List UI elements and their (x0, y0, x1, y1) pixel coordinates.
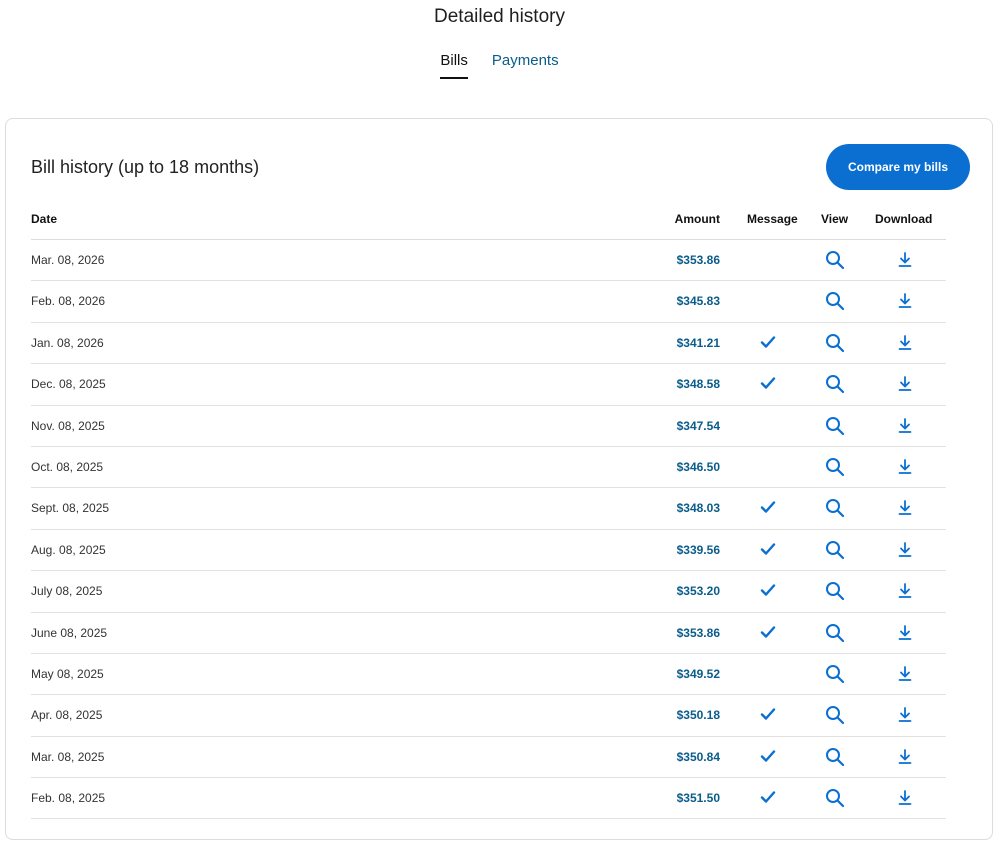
bill-amount-link[interactable]: $353.20 (677, 584, 720, 598)
download-icon[interactable] (895, 291, 915, 311)
bill-amount-link[interactable]: $339.56 (677, 543, 720, 557)
bill-amount-link[interactable]: $341.21 (677, 336, 720, 350)
message-check-icon (760, 790, 778, 806)
tab-payments[interactable]: Payments (492, 52, 559, 79)
download-icon[interactable] (895, 788, 915, 808)
card-title: Bill history (up to 18 months) (31, 157, 260, 177)
bill-date: Dec. 08, 2025 (31, 377, 106, 392)
view-search-icon[interactable] (825, 416, 845, 436)
view-search-icon[interactable] (825, 333, 845, 353)
message-check-icon (760, 335, 778, 351)
table-row: May 08, 2025 $349.52 (31, 654, 946, 696)
message-check-icon (760, 583, 778, 599)
download-icon[interactable] (895, 374, 915, 394)
message-check-icon (760, 707, 778, 723)
bill-date: Apr. 08, 2025 (31, 708, 103, 723)
view-search-icon[interactable] (825, 250, 845, 270)
table-row: Jan. 08, 2026 $341.21 (31, 323, 946, 365)
bill-date: Sept. 08, 2025 (31, 501, 110, 516)
download-icon[interactable] (895, 333, 915, 353)
download-icon[interactable] (895, 705, 915, 725)
bill-amount-link[interactable]: $349.52 (677, 667, 720, 681)
view-search-icon[interactable] (825, 540, 845, 560)
tab-bills[interactable]: Bills (440, 52, 468, 79)
message-check-icon (760, 376, 778, 392)
table-row: Apr. 08, 2025 $350.18 (31, 695, 946, 737)
message-check-icon (760, 500, 778, 516)
bill-date: Nov. 08, 2025 (31, 418, 105, 433)
bill-amount-link[interactable]: $348.03 (677, 501, 720, 515)
bill-amount-link[interactable]: $346.50 (677, 460, 720, 474)
view-search-icon[interactable] (825, 457, 845, 477)
bill-date: Jan. 08, 2026 (31, 335, 104, 350)
bill-date: June 08, 2025 (31, 625, 108, 640)
download-icon[interactable] (895, 250, 915, 270)
view-search-icon[interactable] (825, 498, 845, 518)
column-header-date: Date (31, 212, 58, 226)
message-check-icon (760, 542, 778, 558)
bill-date: Aug. 08, 2025 (31, 542, 106, 557)
table-row: Feb. 08, 2026 $345.83 (31, 281, 946, 323)
bill-date: Oct. 08, 2025 (31, 459, 104, 474)
view-search-icon[interactable] (825, 374, 845, 394)
compare-bills-button[interactable]: Compare my bills (826, 144, 970, 190)
bill-date: July 08, 2025 (31, 584, 103, 599)
bill-amount-link[interactable]: $353.86 (677, 253, 720, 267)
table-header: Date Amount Message View Download (31, 205, 946, 240)
bill-rows: Mar. 08, 2026 $353.86 Feb. 08, 2026 $345… (31, 240, 946, 820)
column-header-amount: Amount (674, 212, 720, 226)
view-search-icon[interactable] (825, 705, 845, 725)
download-icon[interactable] (895, 747, 915, 767)
column-header-view: View (821, 212, 849, 226)
view-search-icon[interactable] (825, 664, 845, 684)
bill-date: Feb. 08, 2026 (31, 294, 106, 309)
download-icon[interactable] (895, 581, 915, 601)
table-row: June 08, 2025 $353.86 (31, 613, 946, 654)
column-header-download: Download (875, 212, 933, 226)
bill-amount-link[interactable]: $350.84 (677, 750, 720, 764)
table-row: Mar. 08, 2025 $350.84 (31, 737, 946, 779)
table-row: Oct. 08, 2025 $346.50 (31, 447, 946, 489)
table-row: July 08, 2025 $353.20 (31, 571, 946, 613)
bill-amount-link[interactable]: $351.50 (677, 791, 720, 805)
download-icon[interactable] (895, 416, 915, 436)
download-icon[interactable] (895, 623, 915, 643)
bill-amount-link[interactable]: $348.58 (677, 377, 720, 391)
bill-date: Mar. 08, 2026 (31, 253, 105, 267)
bill-amount-link[interactable]: $350.18 (677, 708, 720, 722)
table-row: Aug. 08, 2025 $339.56 (31, 530, 946, 572)
bill-history-card: Bill history (up to 18 months) Compare m… (5, 118, 993, 840)
bill-amount-link[interactable]: $353.86 (677, 626, 720, 640)
table-row: Feb. 08, 2025 $351.50 (31, 778, 946, 820)
table-row: Sept. 08, 2025 $348.03 (31, 488, 946, 530)
view-search-icon[interactable] (825, 788, 845, 808)
download-icon[interactable] (895, 498, 915, 518)
table-row: Nov. 08, 2025 $347.54 (31, 406, 946, 447)
download-icon[interactable] (895, 457, 915, 477)
column-header-message: Message (747, 212, 798, 226)
bill-date: Mar. 08, 2025 (31, 749, 105, 764)
message-check-icon (760, 749, 778, 765)
view-search-icon[interactable] (825, 623, 845, 643)
page-title: Detailed history (434, 6, 565, 27)
bill-amount-link[interactable]: $345.83 (677, 294, 720, 308)
bill-amount-link[interactable]: $347.54 (677, 419, 720, 433)
view-search-icon[interactable] (825, 747, 845, 767)
table-row: Dec. 08, 2025 $348.58 (31, 364, 946, 406)
view-search-icon[interactable] (825, 581, 845, 601)
message-check-icon (760, 625, 778, 641)
table-row: Mar. 08, 2026 $353.86 (31, 240, 946, 282)
history-tabs: Bills Payments (0, 52, 999, 79)
download-icon[interactable] (895, 540, 915, 560)
download-icon[interactable] (895, 664, 915, 684)
view-search-icon[interactable] (825, 291, 845, 311)
bill-date: Feb. 08, 2025 (31, 791, 106, 806)
bill-date: May 08, 2025 (31, 666, 104, 681)
